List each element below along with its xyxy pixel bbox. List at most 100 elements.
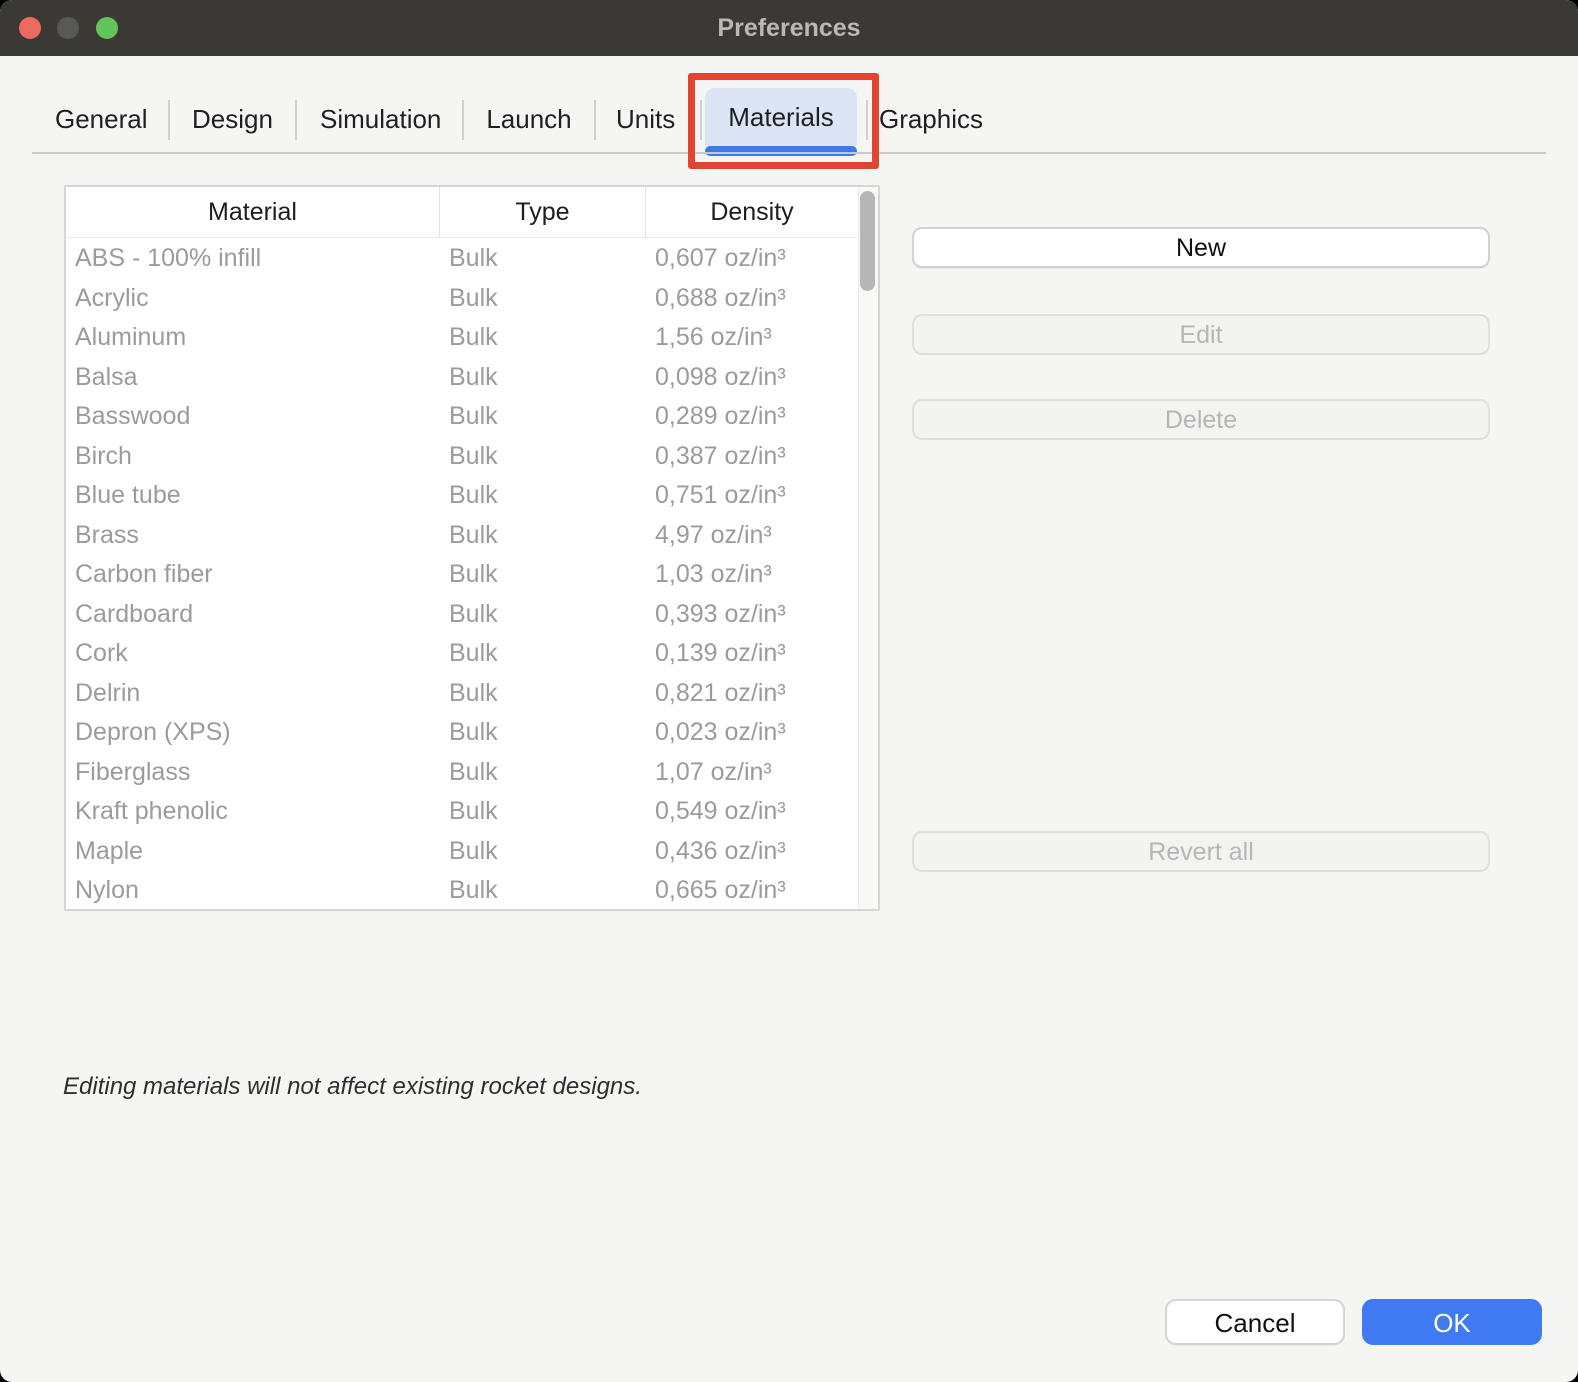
cell-type: Bulk (440, 595, 646, 635)
cell-material: Kraft phenolic (66, 792, 440, 832)
delete-button[interactable]: Delete (912, 399, 1490, 440)
cell-type: Bulk (440, 437, 646, 477)
cell-material: Delrin (66, 674, 440, 714)
cell-density: 0,393 oz/in³ (646, 595, 858, 635)
ok-button[interactable]: OK (1362, 1299, 1542, 1345)
table-row[interactable]: Carbon fiberBulk1,03 oz/in³ (66, 555, 858, 595)
cell-material: Blue tube (66, 476, 440, 516)
cell-density: 0,436 oz/in³ (646, 832, 858, 872)
cell-material: Birch (66, 437, 440, 477)
cell-material: Cork (66, 634, 440, 674)
materials-table: Material Type Density ABS - 100% infillB… (64, 185, 880, 911)
cell-density: 0,665 oz/in³ (646, 871, 858, 909)
cell-type: Bulk (440, 832, 646, 872)
table-row[interactable]: BalsaBulk0,098 oz/in³ (66, 358, 858, 398)
table-row[interactable]: AluminumBulk1,56 oz/in³ (66, 318, 858, 358)
preferences-window: Preferences General Design Simulation La… (0, 0, 1578, 1382)
cell-material: Aluminum (66, 318, 440, 358)
window-title: Preferences (0, 0, 1578, 56)
table-row[interactable]: BirchBulk0,387 oz/in³ (66, 437, 858, 477)
cell-density: 0,098 oz/in³ (646, 358, 858, 398)
cell-density: 0,549 oz/in³ (646, 792, 858, 832)
tab-separator (295, 100, 297, 140)
cell-type: Bulk (440, 358, 646, 398)
table-row[interactable]: Blue tubeBulk0,751 oz/in³ (66, 476, 858, 516)
table-row[interactable]: BrassBulk4,97 oz/in³ (66, 516, 858, 556)
tab-separator (168, 100, 170, 140)
cell-material: Acrylic (66, 279, 440, 319)
new-button[interactable]: New (912, 227, 1490, 268)
cell-density: 0,139 oz/in³ (646, 634, 858, 674)
tab-separator (462, 100, 464, 140)
tab-graphics[interactable]: Graphics (878, 90, 984, 148)
cell-material: Balsa (66, 358, 440, 398)
scrollbar-track[interactable] (858, 187, 878, 909)
table-body: ABS - 100% infillBulk0,607 oz/in³Acrylic… (66, 239, 858, 909)
column-header-type[interactable]: Type (440, 187, 646, 238)
cell-density: 4,97 oz/in³ (646, 516, 858, 556)
cell-material: Basswood (66, 397, 440, 437)
tab-launch[interactable]: Launch (486, 90, 572, 148)
cell-density: 0,023 oz/in³ (646, 713, 858, 753)
cell-material: Maple (66, 832, 440, 872)
tab-materials[interactable]: Materials (705, 88, 857, 147)
tab-simulation[interactable]: Simulation (320, 90, 440, 148)
cell-material: Carbon fiber (66, 555, 440, 595)
title-bar: Preferences (0, 0, 1578, 56)
cell-type: Bulk (440, 555, 646, 595)
cell-material: Brass (66, 516, 440, 556)
table-row[interactable]: CardboardBulk0,393 oz/in³ (66, 595, 858, 635)
cell-type: Bulk (440, 871, 646, 909)
cell-type: Bulk (440, 239, 646, 279)
tab-separator (594, 100, 596, 140)
materials-note: Editing materials will not affect existi… (63, 1073, 642, 1101)
cell-material: Fiberglass (66, 753, 440, 793)
table-row[interactable]: Depron (XPS)Bulk0,023 oz/in³ (66, 713, 858, 753)
cell-density: 0,289 oz/in³ (646, 397, 858, 437)
cell-type: Bulk (440, 476, 646, 516)
cell-type: Bulk (440, 397, 646, 437)
table-row[interactable]: AcrylicBulk0,688 oz/in³ (66, 279, 858, 319)
tab-general[interactable]: General (55, 90, 145, 148)
cell-density: 1,03 oz/in³ (646, 555, 858, 595)
cell-material: ABS - 100% infill (66, 239, 440, 279)
table-row[interactable]: NylonBulk0,665 oz/in³ (66, 871, 858, 909)
tab-separator (866, 100, 868, 140)
tab-units[interactable]: Units (616, 90, 674, 148)
cell-type: Bulk (440, 753, 646, 793)
cell-type: Bulk (440, 634, 646, 674)
cell-density: 0,607 oz/in³ (646, 239, 858, 279)
table-row[interactable]: BasswoodBulk0,289 oz/in³ (66, 397, 858, 437)
table-row[interactable]: MapleBulk0,436 oz/in³ (66, 832, 858, 872)
cell-type: Bulk (440, 279, 646, 319)
table-row[interactable]: CorkBulk0,139 oz/in³ (66, 634, 858, 674)
column-header-material[interactable]: Material (66, 187, 440, 238)
cell-material: Depron (XPS) (66, 713, 440, 753)
tabs-divider (32, 152, 1546, 154)
cell-density: 1,56 oz/in³ (646, 318, 858, 358)
table-row[interactable]: DelrinBulk0,821 oz/in³ (66, 674, 858, 714)
edit-button[interactable]: Edit (912, 314, 1490, 355)
cell-type: Bulk (440, 516, 646, 556)
cell-type: Bulk (440, 792, 646, 832)
table-row[interactable]: FiberglassBulk1,07 oz/in³ (66, 753, 858, 793)
tab-separator (700, 100, 702, 140)
cell-type: Bulk (440, 674, 646, 714)
column-header-density[interactable]: Density (646, 187, 858, 238)
scrollbar-thumb[interactable] (860, 191, 875, 291)
cell-type: Bulk (440, 318, 646, 358)
selected-tab-underline (705, 146, 857, 156)
table-header: Material Type Density (66, 187, 858, 238)
table-row[interactable]: ABS - 100% infillBulk0,607 oz/in³ (66, 239, 858, 279)
cancel-button[interactable]: Cancel (1165, 1299, 1345, 1345)
cell-density: 1,07 oz/in³ (646, 753, 858, 793)
cell-type: Bulk (440, 713, 646, 753)
cell-density: 0,387 oz/in³ (646, 437, 858, 477)
cell-material: Nylon (66, 871, 440, 909)
table-row[interactable]: Kraft phenolicBulk0,549 oz/in³ (66, 792, 858, 832)
cell-density: 0,751 oz/in³ (646, 476, 858, 516)
cell-density: 0,688 oz/in³ (646, 279, 858, 319)
tab-design[interactable]: Design (192, 90, 272, 148)
cell-density: 0,821 oz/in³ (646, 674, 858, 714)
revert-all-button[interactable]: Revert all (912, 831, 1490, 872)
